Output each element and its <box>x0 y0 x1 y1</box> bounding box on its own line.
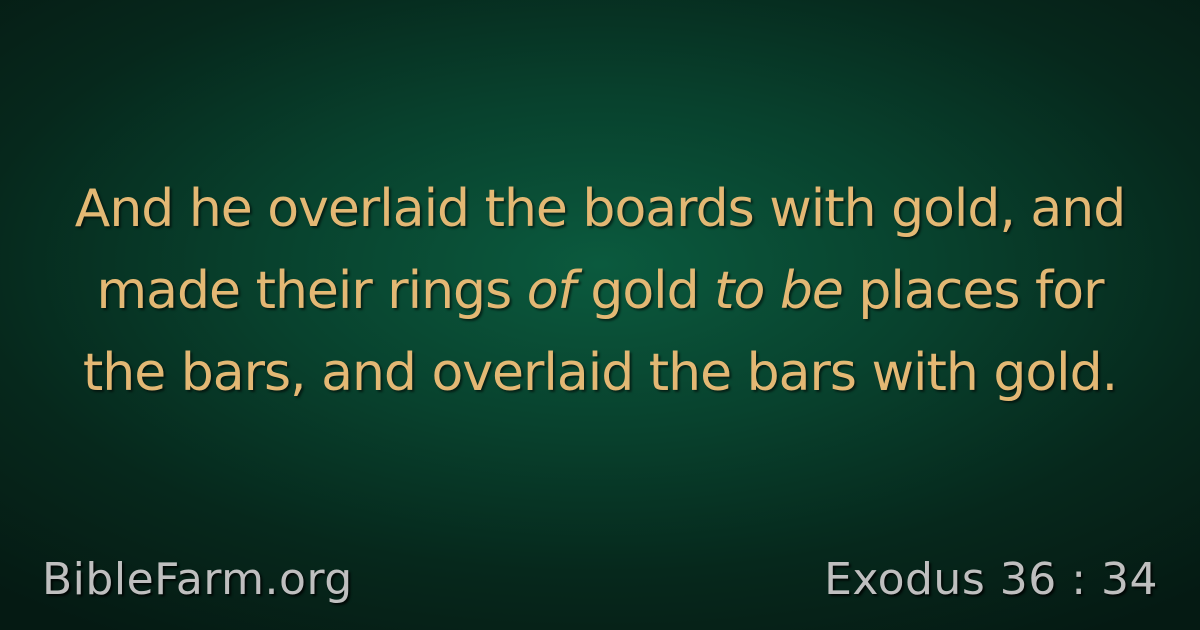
verse-line-2: made their rings of gold to be places fo… <box>30 250 1170 332</box>
verse-line-2-part-b: gold <box>574 261 715 321</box>
verse-line-1: And he overlaid the boards with gold, an… <box>74 179 1126 239</box>
verse-italic-to-be: to be <box>714 261 844 321</box>
verse-reference: Exodus 36 : 34 <box>824 554 1158 605</box>
site-name: BibleFarm.org <box>42 554 353 605</box>
verse-line-2-part-c: places for <box>842 261 1104 321</box>
verse-italic-of: of <box>526 261 576 321</box>
verse-line-3: the bars, and overlaid the bars with gol… <box>82 343 1118 403</box>
verse-card: And he overlaid the boards with gold, an… <box>0 0 1200 630</box>
verse-text: And he overlaid the boards with gold, an… <box>30 168 1170 414</box>
verse-line-2-part-a: made their rings <box>96 261 527 321</box>
